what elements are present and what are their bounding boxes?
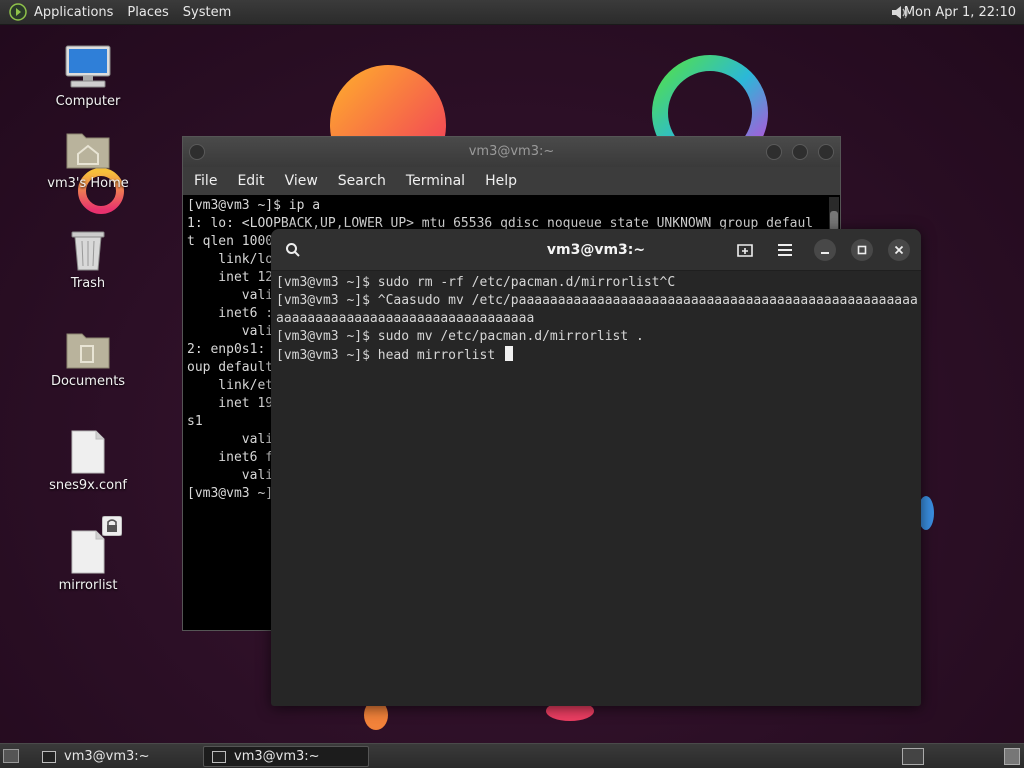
desktop-icon-trash[interactable]: Trash <box>40 226 136 291</box>
close-button[interactable] <box>888 239 910 261</box>
trash-applet-icon[interactable] <box>1004 748 1020 765</box>
lock-emblem-icon <box>102 516 122 536</box>
taskbar-item-active[interactable]: vm3@vm3:~ <box>203 746 369 767</box>
file-icon <box>71 430 105 474</box>
terminal-line: link/lo <box>187 252 274 267</box>
taskbar-item-label: vm3@vm3:~ <box>234 749 320 764</box>
computer-icon <box>65 45 111 88</box>
minimize-button[interactable] <box>766 144 782 160</box>
terminal-line: oup default <box>187 360 274 375</box>
terminal-line: [vm3@vm3 ~] <box>187 486 274 501</box>
folder-icon <box>66 333 110 369</box>
terminal-line: [vm3@vm3 ~]$ sudo rm -rf /etc/pacman.d/m… <box>276 275 676 290</box>
terminal-line: vali <box>187 432 274 447</box>
desktop-icon-documents[interactable]: Documents <box>40 330 136 389</box>
window-menu-button[interactable] <box>189 144 205 160</box>
scrollbar-thumb[interactable] <box>830 211 838 231</box>
terminal-line: [vm3@vm3 ~]$ head mirrorlist <box>276 348 503 363</box>
hamburger-menu-icon[interactable] <box>773 238 797 262</box>
trash-icon <box>71 231 105 271</box>
desktop-icon-label: snes9x.conf <box>49 478 127 493</box>
terminal-line: inet 12 <box>187 270 274 285</box>
back-terminal-menubar: File Edit View Search Terminal Help <box>183 167 840 195</box>
menu-system[interactable]: System <box>176 0 238 25</box>
taskbar-item-label: vm3@vm3:~ <box>64 749 150 764</box>
clock[interactable]: Mon Apr 1, 22:10 <box>904 0 1016 25</box>
terminal-line: aaaaaaaaaaaaaaaaaaaaaaaaaaaaaaaaa <box>276 311 535 326</box>
show-desktop-icon[interactable] <box>3 749 19 763</box>
terminal-line: [vm3@vm3 ~]$ ^Caasudo mv /etc/paaaaaaaaa… <box>276 293 918 308</box>
desktop-icon-label: vm3's Home <box>47 176 129 191</box>
front-terminal-headerbar[interactable]: vm3@vm3:~ <box>271 229 921 271</box>
menu-terminal[interactable]: Terminal <box>396 173 475 189</box>
menu-file[interactable]: File <box>183 173 227 189</box>
taskbar-item[interactable]: vm3@vm3:~ <box>34 746 200 767</box>
top-panel: Applications Places System Mon Apr 1, 22… <box>0 0 1024 25</box>
terminal-line: inet 19 <box>187 396 274 411</box>
front-terminal-output[interactable]: [vm3@vm3 ~]$ sudo rm -rf /etc/pacman.d/m… <box>271 271 921 368</box>
window-title: vm3@vm3:~ <box>468 144 555 159</box>
desktop-icon-mirrorlist[interactable]: mirrorlist <box>40 530 136 593</box>
minimize-button[interactable] <box>814 239 836 261</box>
menu-help[interactable]: Help <box>475 173 527 189</box>
maximize-button[interactable] <box>851 239 873 261</box>
terminal-line: s1 <box>187 414 203 429</box>
terminal-line: [vm3@vm3 ~]$ ip a <box>187 198 321 213</box>
menu-view[interactable]: View <box>275 173 328 189</box>
terminal-line: [vm3@vm3 ~]$ sudo mv /etc/pacman.d/mirro… <box>276 329 644 344</box>
terminal-icon <box>212 750 226 763</box>
desktop-icon-computer[interactable]: Computer <box>40 44 136 109</box>
menu-edit[interactable]: Edit <box>227 173 274 189</box>
terminal-line: vali <box>187 288 274 303</box>
locked-file-icon <box>71 530 105 574</box>
maximize-button[interactable] <box>792 144 808 160</box>
terminal-line: inet6 : <box>187 306 274 321</box>
close-button[interactable] <box>818 144 834 160</box>
desktop-icon-snes9x-conf[interactable]: snes9x.conf <box>40 430 136 493</box>
menu-search[interactable]: Search <box>328 173 396 189</box>
menu-applications[interactable]: Applications <box>27 0 120 25</box>
desktop-icon-label: Trash <box>70 276 106 291</box>
text-cursor <box>504 346 513 361</box>
terminal-line: t qlen 1000 <box>187 234 274 249</box>
applications-logo-icon[interactable] <box>9 3 27 21</box>
desktop-icon-label: Documents <box>50 374 126 389</box>
bottom-panel: vm3@vm3:~ vm3@vm3:~ <box>0 743 1024 768</box>
new-tab-icon[interactable] <box>733 238 757 262</box>
back-terminal-titlebar[interactable]: vm3@vm3:~ <box>183 137 840 167</box>
menu-places[interactable]: Places <box>120 0 175 25</box>
desktop-icon-home[interactable]: vm3's Home <box>40 128 136 191</box>
terminal-line: inet6 f <box>187 450 274 465</box>
desktop-icon-label: mirrorlist <box>58 578 118 593</box>
workspace-switcher[interactable] <box>902 748 924 765</box>
terminal-line: vali <box>187 468 274 483</box>
terminal-line: 2: enp0s1: <box>187 342 266 357</box>
home-folder-icon <box>66 133 110 169</box>
terminal-line: link/et <box>187 378 274 393</box>
terminal-icon <box>42 750 56 763</box>
desktop-icon-label: Computer <box>55 94 121 109</box>
front-terminal-window[interactable]: vm3@vm3:~ [vm3@vm3 ~]$ sudo rm -rf /etc/… <box>271 229 921 706</box>
terminal-line: vali <box>187 324 274 339</box>
